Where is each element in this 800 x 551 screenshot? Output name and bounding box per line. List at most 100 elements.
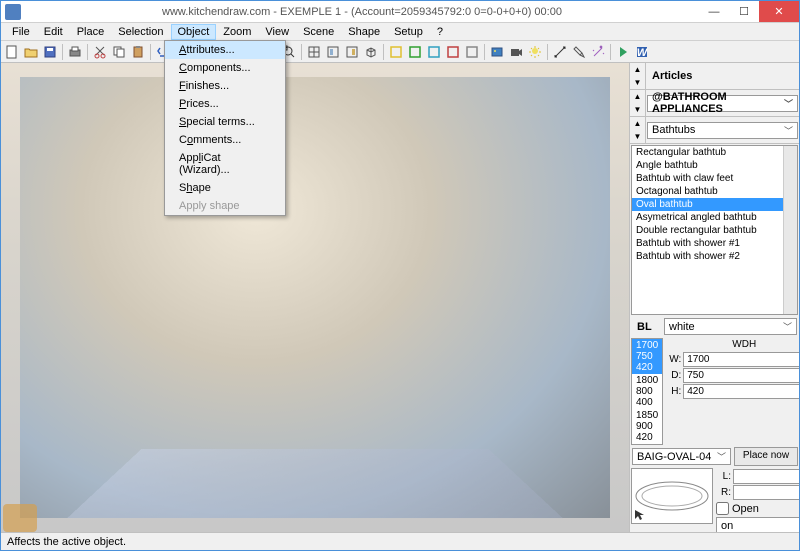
kitchen-render [20, 77, 610, 518]
d-label: D: [665, 370, 681, 381]
play-icon[interactable] [614, 43, 632, 61]
layer-red-icon[interactable] [444, 43, 462, 61]
dimensions-list[interactable]: 1700 750 4201800 800 4001850 900 420 [631, 338, 663, 445]
chevron-down-icon: ﹀ [784, 97, 793, 110]
r-input[interactable] [733, 485, 799, 500]
view-elev1-icon[interactable] [324, 43, 342, 61]
list-item[interactable]: Rectangular bathtub [632, 146, 797, 159]
menu-item-apply-shape: Apply shape [165, 197, 285, 215]
pointer-icon[interactable] [634, 509, 646, 521]
window-title: www.kitchendraw.com - EXEMPLE 1 - (Accou… [25, 6, 699, 18]
menu-object[interactable]: Object [171, 24, 217, 40]
menu-selection[interactable]: Selection [111, 24, 170, 40]
save-icon[interactable] [41, 43, 59, 61]
layer-cyan-icon[interactable] [425, 43, 443, 61]
toolbar: i W [1, 41, 799, 63]
menu-item-attributes-[interactable]: Attributes... [165, 41, 285, 59]
l-label: L: [715, 471, 731, 482]
open-icon[interactable] [22, 43, 40, 61]
magic-icon[interactable] [589, 43, 607, 61]
chevron-down-icon: ﹀ [717, 450, 726, 463]
chevron-down-icon: ﹀ [783, 320, 792, 333]
layer-green-icon[interactable] [406, 43, 424, 61]
copy-icon[interactable] [110, 43, 128, 61]
catalog-down-icon[interactable]: ▼ [630, 103, 645, 116]
app-icon [5, 4, 21, 20]
tools-icon[interactable] [570, 43, 588, 61]
menu-help[interactable]: ? [430, 24, 450, 40]
h-label: H: [665, 386, 681, 397]
list-item[interactable]: Asymetrical angled bathtub [632, 211, 797, 224]
list-item[interactable]: Angle bathtub [632, 159, 797, 172]
catalog-value: @BATHROOM APPLIANCES [652, 91, 784, 115]
cut-icon[interactable] [91, 43, 109, 61]
place-now-button[interactable]: Place now [734, 447, 798, 466]
category-down-icon[interactable]: ▼ [630, 130, 645, 143]
category-value: Bathtubs [652, 124, 695, 136]
menu-scene[interactable]: Scene [296, 24, 341, 40]
sidebar-up-icon[interactable]: ▲ [630, 63, 645, 76]
list-item[interactable]: Octagonal bathtub [632, 185, 797, 198]
print-icon[interactable] [66, 43, 84, 61]
list-item[interactable]: Bathtub with shower #2 [632, 250, 797, 263]
menu-item-finishes-[interactable]: Finishes... [165, 77, 285, 95]
r-label: R: [715, 487, 731, 498]
h-input[interactable] [683, 384, 799, 399]
catalog-combo[interactable]: @BATHROOM APPLIANCES ﹀ [647, 95, 798, 112]
w-input[interactable] [683, 352, 799, 367]
menu-edit[interactable]: Edit [37, 24, 70, 40]
catalog-up-icon[interactable]: ▲ [630, 90, 645, 103]
statusbar: Affects the active object. [1, 532, 799, 550]
list-item[interactable]: Bathtub with shower #1 [632, 237, 797, 250]
sidebar-down-icon[interactable]: ▼ [630, 76, 645, 89]
category-combo[interactable]: Bathtubs ﹀ [647, 122, 798, 139]
menu-item-applicat-wizard-[interactable]: AppliCat (Wizard)... [165, 149, 285, 179]
maximize-button[interactable]: ☐ [729, 1, 759, 22]
dim-row[interactable]: 1850 900 420 [632, 409, 662, 444]
menu-setup[interactable]: Setup [387, 24, 430, 40]
camera-icon[interactable] [507, 43, 525, 61]
menu-item-special-terms-[interactable]: Special terms... [165, 113, 285, 131]
l-input[interactable] [733, 469, 799, 484]
dim-row[interactable]: 1700 750 420 [632, 339, 662, 374]
menu-file[interactable]: File [5, 24, 37, 40]
open-checkbox[interactable] [716, 502, 729, 515]
bl-combo[interactable]: white ﹀ [664, 318, 797, 335]
layer-yellow-icon[interactable] [387, 43, 405, 61]
word-icon[interactable]: W [633, 43, 651, 61]
menu-view[interactable]: View [258, 24, 296, 40]
close-button[interactable]: ✕ [759, 1, 799, 22]
on-combo[interactable]: on﹀ [716, 517, 799, 532]
paste-icon[interactable] [129, 43, 147, 61]
dim-row[interactable]: 1800 800 400 [632, 374, 662, 409]
menu-item-components-[interactable]: Components... [165, 59, 285, 77]
wdh-header: WDH [665, 338, 799, 351]
menu-item-prices-[interactable]: Prices... [165, 95, 285, 113]
view-3d-icon[interactable] [362, 43, 380, 61]
menu-item-shape[interactable]: Shape [165, 179, 285, 197]
object-menu-dropdown: Attributes...Components...Finishes...Pri… [164, 40, 286, 216]
menu-item-comments-[interactable]: Comments... [165, 131, 285, 149]
category-up-icon[interactable]: ▲ [630, 117, 645, 130]
scrollbar[interactable] [783, 146, 797, 314]
list-item[interactable]: Double rectangular bathtub [632, 224, 797, 237]
minimize-button[interactable]: — [699, 1, 729, 22]
layer-gray-icon[interactable] [463, 43, 481, 61]
open-label: Open [732, 503, 759, 515]
list-item[interactable]: Bathtub with claw feet [632, 172, 797, 185]
code-combo[interactable]: BAIG-OVAL-04 ﹀ [632, 448, 731, 465]
list-item[interactable]: Oval bathtub [632, 198, 797, 211]
viewport-3d[interactable] [1, 63, 629, 532]
light-icon[interactable] [526, 43, 544, 61]
d-input[interactable] [683, 368, 799, 383]
menu-place[interactable]: Place [70, 24, 112, 40]
render-icon[interactable] [488, 43, 506, 61]
new-icon[interactable] [3, 43, 21, 61]
view-elev2-icon[interactable] [343, 43, 361, 61]
menu-zoom[interactable]: Zoom [216, 24, 258, 40]
articles-listbox[interactable]: Rectangular bathtubAngle bathtubBathtub … [631, 145, 798, 315]
bathtub-icon [632, 479, 712, 513]
menu-shape[interactable]: Shape [341, 24, 387, 40]
view-plan-icon[interactable] [305, 43, 323, 61]
measure-icon[interactable] [551, 43, 569, 61]
